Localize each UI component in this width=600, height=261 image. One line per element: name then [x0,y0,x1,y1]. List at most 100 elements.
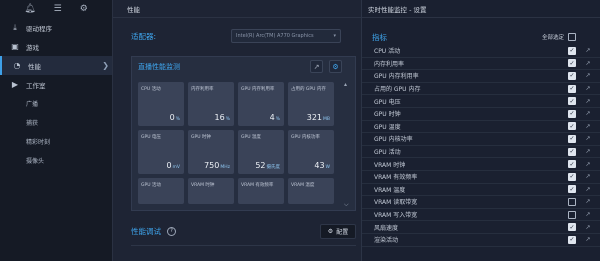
select-all-label: 全部选定 [541,35,564,41]
metric-row[interactable]: GPU 活动 ✓ ↗ [362,146,600,159]
chart-icon[interactable]: ↗ [584,135,592,142]
chevron-up-icon[interactable]: ▴ [344,81,347,88]
metric-checkbox[interactable]: ✓ [568,223,576,232]
chart-icon[interactable]: ↗ [584,110,592,117]
chart-icon[interactable]: ↗ [584,98,592,105]
metric-tile: GPU 内存利用率 4% [238,82,284,126]
chart-icon[interactable]: ↗ [584,173,592,180]
sidebar-subitem-capture[interactable]: 捕获 [0,113,112,132]
metric-row[interactable]: 渲染活动 ✓ ↗ [362,234,600,247]
metric-checkbox[interactable]: ✓ [568,147,576,156]
metric-label: VRAM 时钟 [374,161,406,169]
sidebar-item-games[interactable]: ▣ 游戏 [0,37,112,56]
config-label: 配置 [336,228,349,236]
metric-tile: CPU 活动 0% [138,82,184,126]
chart-icon[interactable]: ↗ [584,211,592,218]
tiles-scrollbar[interactable]: ▴ ⌵ [344,81,351,209]
chevron-down-icon[interactable]: ⌵ [344,201,349,209]
sidebar-item-label: 工作室 [26,81,46,90]
chart-icon[interactable]: ↗ [584,224,592,231]
menu-icon[interactable]: ☰ [54,4,62,14]
sidebar: 🔔︎ ☰ ⚙ ⤓ 驱动程序 ▣ 游戏 ◔ 性能 ❯ ▶ 工作室 广播 捕获 精彩… [0,0,113,261]
metric-row[interactable]: GPU 温度 ✓ ↗ [362,121,600,134]
metric-label: VRAM 读取带宽 [374,199,418,207]
metric-row[interactable]: VRAM 时钟 ✓ ↗ [362,158,600,171]
metric-checkbox[interactable]: ✓ [568,97,576,106]
metric-checkbox[interactable]: ✓ [568,185,576,194]
chart-icon[interactable]: ↗ [584,47,592,54]
chart-icon[interactable]: ↗ [584,236,592,243]
sidebar-toolbar: 🔔︎ ☰ ⚙ [0,0,112,18]
metric-tile: GPU 活动 [138,178,184,204]
metric-row[interactable]: 占用的 GPU 内存 ✓ ↗ [362,83,600,96]
chart-icon[interactable]: ↗ [584,60,592,67]
sidebar-subitem-broadcast[interactable]: 广播 [0,94,112,113]
metric-row[interactable]: VRAM 有效频率 ✓ ↗ [362,171,600,184]
chart-icon[interactable]: ↗ [584,123,592,130]
bell-icon[interactable]: 🔔︎ [24,4,35,14]
settings-panel: 实时性能监控 - 设置 指标 全部选定 CPU 活动 ✓ ↗ 内存利用率 ✓ ↗ GPU 内… [362,0,600,261]
help-icon[interactable]: ? [167,226,176,236]
metric-checkbox[interactable] [568,197,576,206]
metrics-header: 指标 全部选定 [362,29,600,45]
chart-icon[interactable]: ↗ [584,85,592,92]
games-icon: ▣ [11,42,19,51]
metric-checkbox[interactable]: ✓ [568,46,576,55]
tuning-label: 性能调试 [131,226,161,236]
sidebar-subitem-camera[interactable]: 摄像头 [0,151,112,170]
sidebar-item-performance[interactable]: ◔ 性能 ❯ [0,56,112,75]
metric-label: GPU 时钟 [374,111,401,119]
metric-row[interactable]: GPU 时钟 ✓ ↗ [362,108,600,121]
metric-row[interactable]: VRAM 写入带宽 ↗ [362,209,600,222]
metric-row[interactable]: VRAM 读取带宽 ↗ [362,196,600,209]
metric-tile: VRAM 温度 [288,178,334,204]
sidebar-item-drivers[interactable]: ⤓ 驱动程序 [0,18,112,37]
metric-row[interactable]: GPU 内核功率 ✓ ↗ [362,133,600,146]
metric-label: 风扇速度 [374,224,399,232]
metric-checkbox[interactable]: ✓ [568,71,576,80]
chart-icon[interactable]: ↗ [310,60,323,73]
metric-label: VRAM 温度 [374,186,406,194]
adapter-select[interactable]: Intel(R) Arc(TM) A770 Graphics ▾ [231,29,341,43]
chart-icon[interactable]: ↗ [584,198,592,205]
metric-row[interactable]: 内存利用率 ✓ ↗ [362,58,600,71]
metric-checkbox[interactable]: ✓ [568,59,576,68]
metric-row[interactable]: 风扇速度 ✓ ↗ [362,221,600,234]
metric-row[interactable]: VRAM 温度 ✓ ↗ [362,184,600,197]
metric-tile: 占用的 GPU 内存 321MB [288,82,334,126]
gear-icon: ⚙ [327,227,334,235]
metric-label: 占用的 GPU 内存 [374,86,421,94]
select-all-checkbox[interactable] [568,33,576,41]
metric-tile: 内存利用率 16% [188,82,234,126]
gear-icon[interactable]: ⚙ [80,4,88,14]
metric-label: 内存利用率 [374,60,405,68]
monitor-title: 直播性能监测 [138,63,180,71]
chart-icon[interactable]: ↗ [584,148,592,155]
metric-label: VRAM 有效频率 [374,174,418,182]
chart-icon[interactable]: ↗ [584,161,592,168]
metric-checkbox[interactable]: ✓ [568,84,576,93]
settings-icon[interactable]: ⚙ [329,60,342,73]
sidebar-item-studio[interactable]: ▶ 工作室 [0,75,112,94]
download-icon: ⤓ [13,22,17,32]
metric-row[interactable]: GPU 内存利用率 ✓ ↗ [362,70,600,83]
metric-checkbox[interactable]: ✓ [568,172,576,181]
sidebar-subitem-highlights[interactable]: 精彩时刻 [0,132,112,151]
metric-row[interactable]: CPU 活动 ✓ ↗ [362,45,600,58]
metric-list: CPU 活动 ✓ ↗ 内存利用率 ✓ ↗ GPU 内存利用率 ✓ ↗ 占用的 GPU 内存 ✓ ↗ GP… [362,45,600,247]
config-button[interactable]: ⚙ 配置 [320,223,356,239]
metric-checkbox[interactable]: ✓ [568,109,576,118]
metric-checkbox[interactable]: ✓ [568,122,576,131]
metric-checkbox[interactable]: ✓ [568,235,576,244]
metric-label: GPU 活动 [374,149,401,157]
metric-checkbox[interactable]: ✓ [568,160,576,169]
adapter-value: Intel(R) Arc(TM) A770 Graphics [236,33,314,39]
chart-icon[interactable]: ↗ [584,186,592,193]
sidebar-item-label: 性能 [28,62,41,71]
metric-row[interactable]: GPU 电压 ✓ ↗ [362,95,600,108]
metric-checkbox[interactable]: ✓ [568,134,576,143]
metric-checkbox[interactable] [568,210,576,219]
chevron-down-icon: ▾ [333,33,336,39]
metric-label: GPU 内核功率 [374,136,413,144]
chart-icon[interactable]: ↗ [584,72,592,79]
